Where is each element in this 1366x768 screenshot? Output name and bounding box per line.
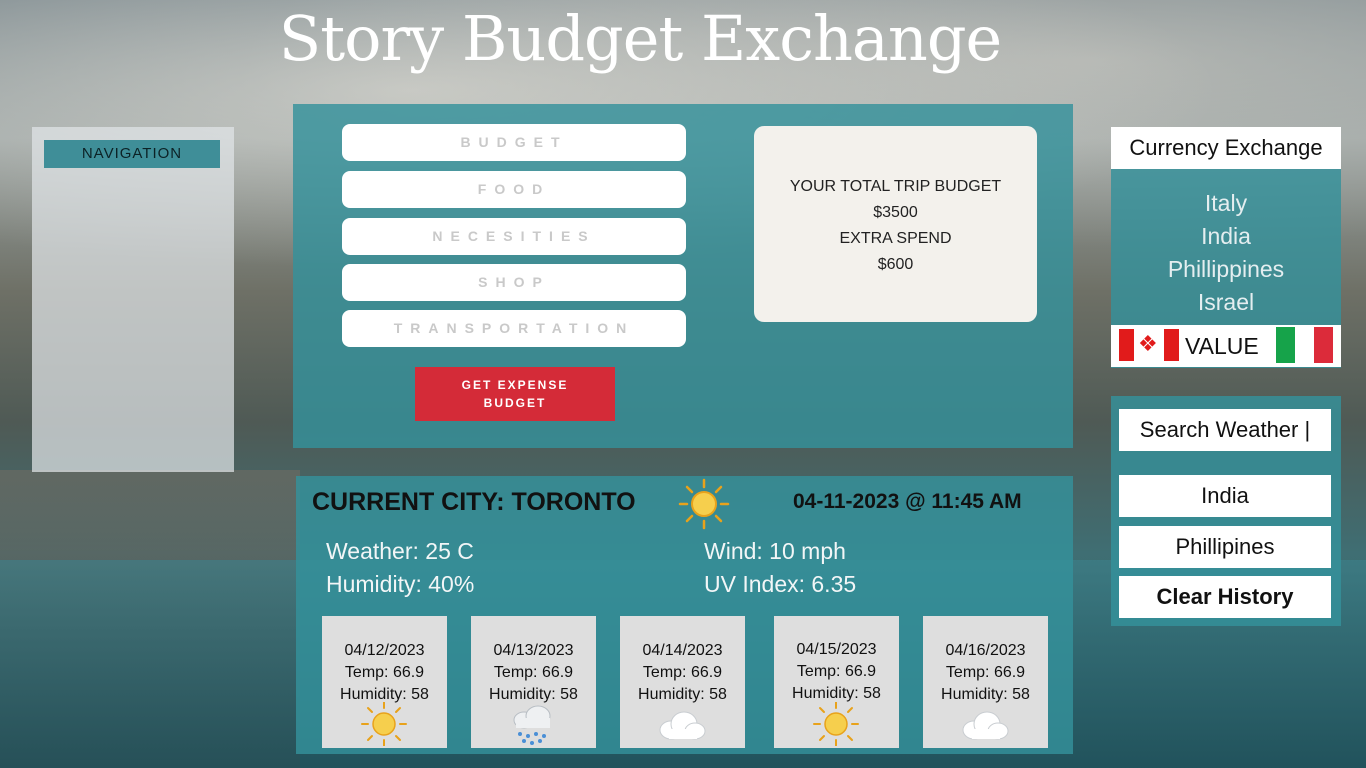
current-wind: Wind: 10 mph <box>704 538 846 564</box>
cloud-icon <box>962 711 1009 740</box>
budget-panel: BUDGET FOOD NECESITIES SHOP TRANSPORTATI… <box>293 104 1073 448</box>
forecast-temp: Temp: 66.9 <box>642 664 723 681</box>
get-expense-budget-label: GET EXPENSE BUDGET <box>461 378 569 410</box>
extra-spend-value: $600 <box>877 256 914 273</box>
forecast-temp: Temp: 66.9 <box>493 664 574 681</box>
total-budget-value: $3500 <box>873 204 918 221</box>
forecast-temp: Temp: 66.9 <box>945 664 1026 681</box>
country-india[interactable]: India <box>1111 220 1341 253</box>
current-datetime: 04-11-2023 @ 11:45 AM <box>793 490 1022 513</box>
currency-exchange-title: Currency Exchange <box>1111 127 1341 169</box>
total-budget-label: YOUR TOTAL TRIP BUDGET <box>789 178 1002 195</box>
italy-flag-icon <box>1276 327 1333 363</box>
category-budget-button[interactable]: BUDGET <box>342 124 686 161</box>
forecast-card: 04/16/2023 Temp: 66.9 Humidity: 58 <box>923 616 1048 748</box>
currency-value-row[interactable]: VALUE <box>1111 325 1341 367</box>
category-shop-button[interactable]: SHOP <box>342 264 686 301</box>
cloud-icon <box>659 711 706 740</box>
page-title: Story Budget Exchange <box>278 2 1002 75</box>
current-city-label: CURRENT CITY: TORONTO <box>312 488 636 516</box>
country-list: Italy India Phillippines Israel <box>1111 187 1341 319</box>
sun-icon <box>678 478 730 530</box>
forecast-temp: Temp: 66.9 <box>344 664 425 681</box>
current-weather-panel: CURRENT CITY: TORONTO 04-11-2023 @ 11:45… <box>296 476 1073 754</box>
total-budget-card: YOUR TOTAL TRIP BUDGET $3500 EXTRA SPEND… <box>754 126 1037 322</box>
canada-flag-icon <box>1119 329 1179 361</box>
country-israel[interactable]: Israel <box>1111 286 1341 319</box>
forecast-card: 04/14/2023 Temp: 66.9 Humidity: 58 <box>620 616 745 748</box>
currency-exchange-panel: Currency Exchange Italy India Phillippin… <box>1111 127 1341 368</box>
forecast-date: 04/16/2023 <box>945 642 1026 659</box>
current-humidity: Humidity: 40% <box>326 571 475 597</box>
category-food-button[interactable]: FOOD <box>342 171 686 208</box>
country-phillippines[interactable]: Phillippines <box>1111 253 1341 286</box>
current-uv-index: UV Index: 6.35 <box>704 571 857 597</box>
get-expense-budget-button[interactable]: GET EXPENSE BUDGET <box>415 367 615 421</box>
forecast-date: 04/15/2023 <box>796 641 877 658</box>
forecast-card: 04/15/2023 Temp: 66.9 Humidity: 58 <box>774 616 899 748</box>
navigation-label[interactable]: NAVIGATION <box>44 140 220 168</box>
search-weather-input[interactable]: Search Weather | <box>1119 409 1331 451</box>
forecast-date: 04/14/2023 <box>642 642 723 659</box>
weather-search-panel: Search Weather | India Phillipines Clear… <box>1111 396 1341 626</box>
category-transportation-button[interactable]: TRANSPORTATION <box>342 310 686 347</box>
forecast-card: 04/13/2023 Temp: 66.9 Humidity: 58 <box>471 616 596 748</box>
forecast-date: 04/12/2023 <box>344 642 425 659</box>
history-item-india[interactable]: India <box>1119 475 1331 517</box>
category-necesities-button[interactable]: NECESITIES <box>342 218 686 255</box>
history-item-phillipines[interactable]: Phillipines <box>1119 526 1331 568</box>
forecast-temp: Temp: 66.9 <box>796 663 877 680</box>
clear-history-button[interactable]: Clear History <box>1119 576 1331 618</box>
forecast-date: 04/13/2023 <box>493 642 574 659</box>
sun-icon <box>813 702 859 746</box>
country-italy[interactable]: Italy <box>1111 187 1341 220</box>
navigation-panel: NAVIGATION <box>32 127 234 472</box>
extra-spend-label: EXTRA SPEND <box>839 230 952 247</box>
rain-cloud-icon <box>513 705 551 745</box>
current-weather-temp: Weather: 25 C <box>326 538 474 564</box>
forecast-card: 04/12/2023 Temp: 66.9 Humidity: 58 <box>322 616 447 748</box>
sun-icon <box>361 702 407 746</box>
currency-value-label: VALUE <box>1185 333 1259 359</box>
